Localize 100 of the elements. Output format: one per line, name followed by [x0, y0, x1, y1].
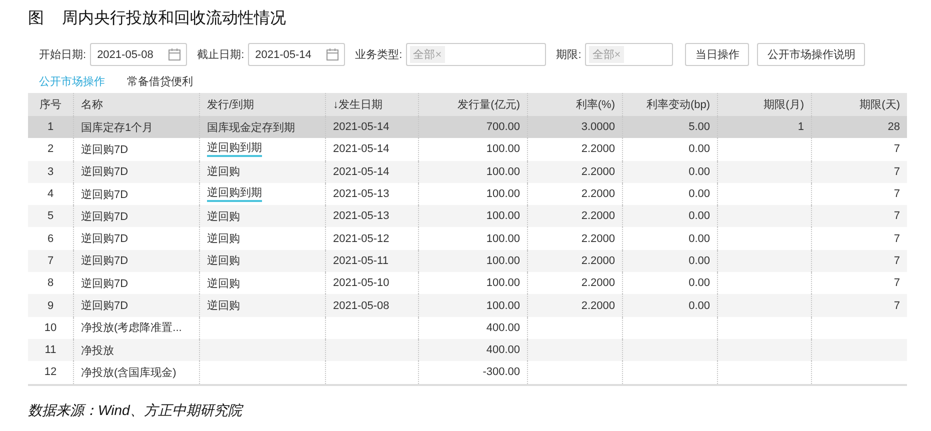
table-cell: 0.00 — [688, 188, 710, 200]
table-cell-text: 逆回购 — [207, 276, 240, 291]
table-cell-text: 逆回购 — [207, 254, 240, 268]
table-cell: 7 — [894, 188, 900, 200]
table-cell-text: 国库定存1个月 — [81, 120, 154, 135]
filter-label: 截止日期: — [197, 48, 244, 62]
table-row[interactable]: 7 逆回购7D 逆回购 2021-05-11 100.00 2.2000 0.00 7 — [28, 250, 907, 272]
table-cell: 7 — [894, 210, 900, 222]
table-cell-text: 逆回购 — [207, 298, 240, 314]
column-header[interactable]: 期限(月) — [764, 97, 804, 112]
calendar-icon — [326, 48, 340, 61]
table-cell: 2021-05-14 — [333, 166, 390, 178]
table-cell-text: 逆回购7D — [81, 210, 128, 224]
action-button[interactable]: 公开市场操作说明 — [757, 43, 866, 66]
table-cell: 100.00 — [486, 210, 520, 222]
table-cell: 6 — [47, 232, 54, 245]
table-cell-text: 逆回购7D — [81, 142, 128, 157]
table-cell: 100.00 — [486, 277, 520, 290]
table-cell: 2021-05-11 — [333, 254, 388, 267]
table-cell: 2021-05-10 — [333, 277, 390, 290]
tag-chip: 全部× — [589, 46, 624, 63]
table-cell: 5 — [47, 210, 54, 222]
table-cell: 0.00 — [688, 232, 710, 245]
table-cell: 0.00 — [688, 143, 710, 156]
calendar-icon — [168, 48, 182, 61]
column-header[interactable]: 利率(%) — [576, 97, 615, 112]
table-cell-text: 逆回购 — [207, 210, 240, 224]
table-cell: 7 — [894, 254, 900, 267]
table-row[interactable]: 10 净投放(考虑降准置... 400.00 — [28, 316, 907, 339]
table-cell: 3.0000 — [581, 121, 615, 134]
table-cell: 9 — [47, 300, 54, 312]
tab[interactable]: 常备借贷便利 — [127, 74, 193, 89]
table-cell: 7 — [894, 143, 900, 156]
table-cell: 2.2000 — [581, 254, 615, 267]
table-cell: 100.00 — [486, 166, 520, 178]
table-cell: 4 — [47, 188, 54, 200]
table-cell: 100.00 — [486, 188, 520, 200]
column-header[interactable]: ↓发生日期 — [333, 97, 382, 112]
table-row[interactable]: 9 逆回购7D 逆回购 2021-05-08 100.00 2.2000 0.00 7 — [28, 294, 907, 317]
date-field[interactable]: 2021-05-08 — [90, 43, 188, 66]
table-cell: 0.00 — [688, 277, 710, 290]
table-cell-text: 国库现金定存到期 — [207, 120, 295, 135]
table-cell: 12 — [44, 366, 57, 378]
column-header[interactable]: 名称 — [81, 97, 103, 112]
table-cell: 2.2000 — [581, 188, 615, 200]
table-cell: 2021-05-08 — [333, 300, 390, 312]
table-cell: 2021-05-12 — [333, 232, 390, 245]
table-cell-text: 逆回购7D — [81, 254, 128, 268]
column-header[interactable]: 发行/到期 — [207, 97, 254, 112]
table-cell: 2 — [47, 143, 54, 156]
table-row[interactable]: 1 国库定存1个月 国库现金定存到期 2021-05-14 700.00 3.0000 5.00 1 28 — [28, 116, 907, 138]
column-header[interactable]: 利率变动(bp) — [646, 97, 710, 112]
table-cell: 100.00 — [486, 232, 520, 245]
table-cell-text: 逆回购7D — [81, 232, 128, 246]
table-cell: -300.00 — [482, 366, 520, 378]
table-cell: 2.2000 — [581, 277, 615, 290]
table-cell: 1 — [798, 121, 804, 134]
table-cell: 7 — [894, 232, 900, 245]
figure-label: 图 — [28, 9, 44, 29]
table-cell: 7 — [894, 166, 900, 178]
table-cell: 100.00 — [486, 300, 520, 312]
filter-label: 开始日期: — [39, 48, 86, 62]
table-cell: 2021-05-14 — [333, 143, 390, 156]
table-cell-text: 逆回购 — [207, 164, 240, 180]
column-header[interactable]: 序号 — [40, 97, 62, 112]
table-row[interactable]: 8 逆回购7D 逆回购 2021-05-10 100.00 2.2000 0.00 7 — [28, 272, 907, 294]
table-row[interactable]: 3 逆回购7D 逆回购 2021-05-14 100.00 2.2000 0.00 7 — [28, 160, 907, 183]
table-cell: 7 — [894, 277, 900, 290]
table-cell: 0.00 — [688, 300, 710, 312]
table-cell: 100.00 — [486, 254, 520, 267]
table-cell: 10 — [44, 322, 57, 334]
column-header[interactable]: 发行量(亿元) — [458, 97, 520, 112]
table-cell: 700.00 — [486, 121, 520, 134]
table-cell: 7 — [894, 300, 900, 312]
filter-label: 业务类型: — [355, 48, 402, 62]
table-row[interactable]: 5 逆回购7D 逆回购 2021-05-13 100.00 2.2000 0.00 7 — [28, 205, 907, 228]
table-row[interactable]: 11 净投放 400.00 — [28, 338, 907, 362]
table-link[interactable]: 逆回购到期 — [207, 186, 262, 202]
table-cell-text: 逆回购7D — [81, 298, 128, 314]
table-cell-text: 净投放(含国库现金) — [81, 366, 176, 380]
table-cell: 0.00 — [688, 254, 710, 267]
table-cell: 5.00 — [688, 121, 710, 134]
action-button[interactable]: 当日操作 — [685, 43, 750, 66]
column-header[interactable]: 期限(天) — [860, 97, 900, 112]
table-cell: 2.2000 — [581, 166, 615, 178]
table-cell: 3 — [47, 166, 54, 178]
table-cell-text: 净投放 — [81, 344, 114, 358]
table-cell: 400.00 — [486, 322, 520, 334]
table-cell: 2.2000 — [581, 300, 615, 312]
table-cell: 2021-05-14 — [333, 121, 390, 134]
tag-chip: 全部× — [410, 46, 445, 63]
filter-label: 期限: — [556, 48, 582, 62]
table-cell: 400.00 — [486, 344, 520, 356]
table-link[interactable]: 逆回购到期 — [207, 141, 262, 158]
table-cell-text: 逆回购7D — [81, 188, 128, 202]
date-field[interactable]: 2021-05-14 — [248, 43, 346, 66]
table-cell: 0.00 — [688, 210, 710, 222]
figure-title: 周内央行投放和回收流动性情况 — [62, 8, 286, 29]
table-cell: 2.2000 — [581, 232, 615, 245]
table-cell-text: 逆回购7D — [81, 276, 128, 291]
